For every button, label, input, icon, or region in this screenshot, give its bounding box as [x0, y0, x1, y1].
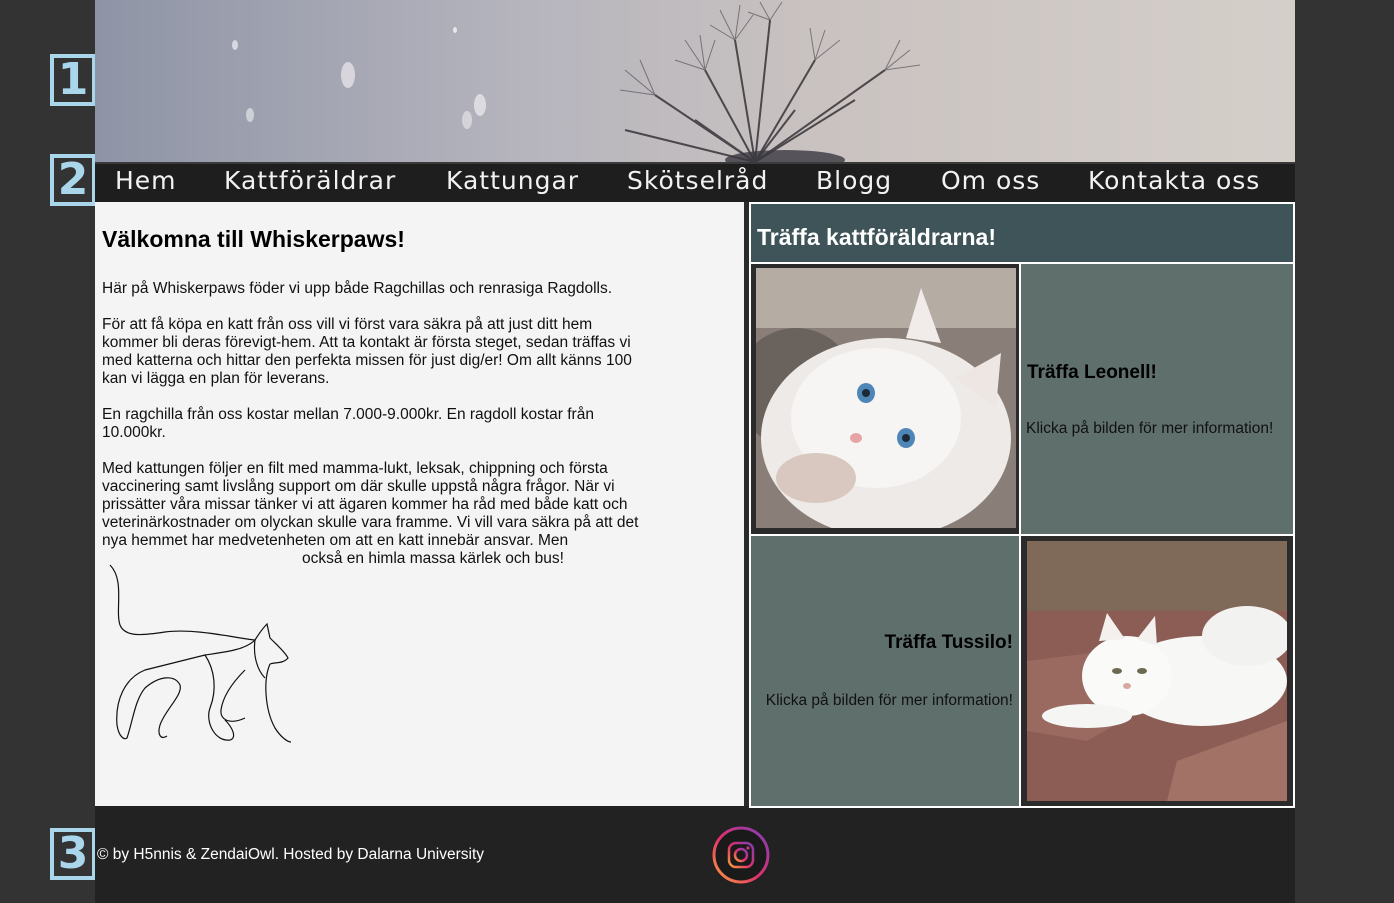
- tussilo-photo[interactable]: [1027, 541, 1287, 801]
- page: Hem Kattföräldrar Kattungar Skötselråd B…: [95, 0, 1295, 903]
- leonell-heading: Träffa Leonell!: [1027, 362, 1157, 383]
- nav-item-blogg[interactable]: Blogg: [816, 166, 892, 195]
- leonell-photo-cell: [751, 264, 1019, 534]
- leonell-photo[interactable]: [756, 268, 1016, 528]
- hero-banner: [95, 0, 1295, 162]
- nav-item-om-oss[interactable]: Om oss: [941, 166, 1040, 195]
- section-badge-2: 2: [50, 154, 96, 206]
- leonell-info-cell: Träffa Leonell! Klicka på bilden för mer…: [1021, 264, 1293, 534]
- tussilo-photo-cell: [1021, 536, 1293, 806]
- dandelion-banner-image: [232, 1, 921, 162]
- tussilo-cat-image: [1027, 541, 1287, 801]
- instagram-icon: [712, 826, 770, 884]
- nav-item-skotselrad[interactable]: Skötselråd: [627, 166, 768, 195]
- cat-parents-header: Träffa kattföräldrarna!: [751, 204, 1293, 262]
- main-navigation: Hem Kattföräldrar Kattungar Skötselråd B…: [95, 162, 1295, 202]
- tussilo-hint: Klicka på bilden för mer information!: [765, 692, 1013, 709]
- buying-paragraph: För att få köpa en katt från oss vill vi…: [102, 316, 632, 387]
- page-title: Välkomna till Whiskerpaws!: [102, 226, 405, 252]
- instagram-link[interactable]: [712, 826, 770, 884]
- welcome-section: Välkomna till Whiskerpaws! Här på Whiske…: [95, 202, 744, 806]
- leonell-cat-image: [756, 268, 1016, 528]
- copyright-text: © by H5nnis & ZendaiOwl. Hosted by Dalar…: [97, 846, 485, 863]
- cat-line-drawing: [109, 564, 292, 743]
- section-badge-1: 1: [50, 54, 96, 106]
- cat-parents-section: Träffa kattföräldrarna! Träffa Leonell! …: [749, 202, 1295, 808]
- nav-item-hem[interactable]: Hem: [115, 166, 177, 195]
- included-paragraph-end: också en himla massa kärlek och bus!: [302, 550, 564, 567]
- leonell-hint: Klicka på bilden för mer information!: [1026, 420, 1274, 437]
- nav-item-kontakta-oss[interactable]: Kontakta oss: [1088, 166, 1260, 195]
- intro-paragraph: Här på Whiskerpaws föder vi upp både Rag…: [102, 280, 613, 297]
- included-paragraph: Med kattungen följer en filt med mamma-l…: [102, 460, 639, 549]
- nav-item-kattungar[interactable]: Kattungar: [446, 166, 579, 195]
- cat-parents-title: Träffa kattföräldrarna!: [757, 224, 997, 250]
- tussilo-heading: Träffa Tussilo!: [884, 632, 1013, 653]
- section-badge-3: 3: [50, 828, 96, 880]
- tussilo-info-cell: Träffa Tussilo! Klicka på bilden för mer…: [751, 536, 1019, 806]
- price-paragraph: En ragchilla från oss kostar mellan 7.00…: [102, 406, 594, 441]
- footer: © by H5nnis & ZendaiOwl. Hosted by Dalar…: [95, 808, 1295, 903]
- nav-item-kattforaldrar[interactable]: Kattföräldrar: [224, 166, 396, 195]
